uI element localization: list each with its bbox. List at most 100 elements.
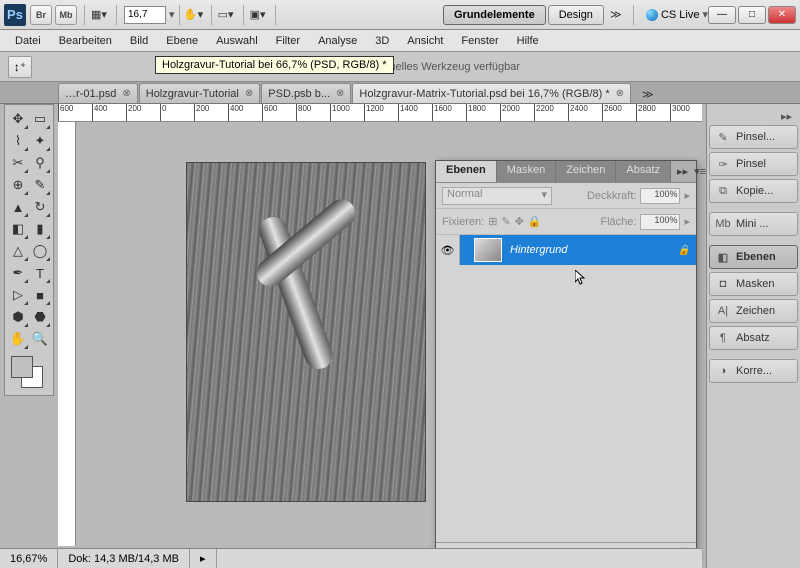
- layers-panel: Ebenen Masken Zeichen Absatz ▸▸▾≡ Normal…: [435, 160, 697, 565]
- blend-mode-select[interactable]: Normal ▾: [442, 187, 552, 205]
- status-bar: 16,67% Dok: 14,3 MB/14,3 MB ▸: [0, 548, 702, 568]
- blur-tool[interactable]: △: [8, 241, 28, 261]
- close-button[interactable]: ✕: [768, 6, 796, 24]
- opacity-input[interactable]: 100%: [640, 188, 680, 204]
- fill-input[interactable]: 100%: [640, 214, 680, 230]
- workspace-design-button[interactable]: Design: [548, 5, 604, 25]
- tab-zeichen[interactable]: Zeichen: [556, 161, 616, 182]
- eyedropper-tool[interactable]: ⚲: [30, 153, 50, 173]
- 3d-camera-tool[interactable]: ⬣: [30, 307, 50, 327]
- pen-tool[interactable]: ✒: [8, 263, 28, 283]
- close-icon[interactable]: ⊗: [122, 88, 130, 99]
- status-doc-size[interactable]: Dok: 14,3 MB/14,3 MB: [58, 549, 190, 568]
- menu-hilfe[interactable]: Hilfe: [508, 32, 548, 50]
- dock-absatz-button[interactable]: ¶Absatz: [709, 326, 798, 350]
- marquee-tool[interactable]: ▭: [30, 109, 50, 129]
- workspace-more-icon[interactable]: ≫: [606, 6, 626, 24]
- doc-tab-4[interactable]: Holzgravur-Matrix-Tutorial.psd bei 16,7%…: [352, 83, 631, 103]
- doctab-overflow-icon[interactable]: ≫: [636, 86, 660, 103]
- crop-tool[interactable]: ✂: [8, 153, 28, 173]
- dodge-tool[interactable]: ◯: [30, 241, 50, 261]
- tab-masken[interactable]: Masken: [497, 161, 557, 182]
- lock-move-icon[interactable]: ✥: [515, 215, 524, 228]
- layer-name: Hintergrund: [510, 244, 567, 256]
- hand-tool[interactable]: ✋: [8, 329, 28, 349]
- dock-masken-button[interactable]: ◘Masken: [709, 272, 798, 296]
- minibridge-button[interactable]: Mb: [55, 5, 77, 25]
- eraser-tool[interactable]: ◧: [8, 219, 28, 239]
- tool-preset-icon[interactable]: ↕⁺: [8, 56, 32, 78]
- menu-datei[interactable]: Datei: [6, 32, 50, 50]
- dock-zeichen-button[interactable]: A|Zeichen: [709, 299, 798, 323]
- path-tool[interactable]: ▷: [8, 285, 28, 305]
- panel-overflow-icon[interactable]: ▸▸: [677, 165, 688, 178]
- zoom-input[interactable]: [124, 6, 166, 24]
- document-tabs: …r-01.psd⊗ Holzgravur-Tutorial⊗ PSD.psb …: [0, 82, 800, 104]
- fill-label: Fläche:: [600, 216, 636, 228]
- dock-overflow-icon[interactable]: ▸▸: [709, 108, 798, 125]
- options-bar: ↕⁺ Holzgravur-Tutorial bei 66,7% (PSD, R…: [0, 52, 800, 82]
- 3d-tool[interactable]: ⬢: [8, 307, 28, 327]
- heal-tool[interactable]: ⊕: [8, 175, 28, 195]
- zoom-tool[interactable]: 🔍: [30, 329, 50, 349]
- clone-icon: ⧉: [716, 184, 730, 198]
- screen-mode-icon[interactable]: ▣▾: [248, 6, 268, 24]
- arrange-icon[interactable]: ▭▾: [216, 6, 236, 24]
- hand-icon[interactable]: ✋▾: [184, 6, 204, 24]
- status-flyout-icon[interactable]: ▸: [190, 549, 217, 568]
- status-zoom[interactable]: 16,67%: [0, 549, 58, 568]
- panel-menu-icon[interactable]: ▾≡: [694, 165, 706, 178]
- bridge-button[interactable]: Br: [30, 5, 52, 25]
- shape-tool[interactable]: ■: [30, 285, 50, 305]
- lock-brush-icon[interactable]: ✎: [501, 215, 510, 228]
- cs-live-icon: [646, 9, 658, 21]
- menu-bild[interactable]: Bild: [121, 32, 157, 50]
- fill-flyout-icon[interactable]: ▸: [684, 215, 690, 228]
- paragraph-icon: ¶: [716, 331, 730, 345]
- layout-icon[interactable]: ▦▾: [89, 6, 109, 24]
- dock-pinsel-preset-button[interactable]: ✎Pinsel...: [709, 125, 798, 149]
- menu-filter[interactable]: Filter: [267, 32, 309, 50]
- maximize-button[interactable]: □: [738, 6, 766, 24]
- menu-ebene[interactable]: Ebene: [157, 32, 207, 50]
- dock-mini-button[interactable]: MbMini ...: [709, 212, 798, 236]
- close-icon[interactable]: ⊗: [336, 88, 344, 99]
- dock-kopie-button[interactable]: ⧉Kopie...: [709, 179, 798, 203]
- dock-pinsel-button[interactable]: ✑Pinsel: [709, 152, 798, 176]
- menu-analyse[interactable]: Analyse: [309, 32, 366, 50]
- doc-tab-2[interactable]: Holzgravur-Tutorial⊗: [139, 83, 261, 103]
- brush-tool[interactable]: ✎: [30, 175, 50, 195]
- dock-ebenen-button[interactable]: ◧Ebenen: [709, 245, 798, 269]
- menu-fenster[interactable]: Fenster: [452, 32, 507, 50]
- lock-all-icon[interactable]: 🔒: [528, 215, 542, 228]
- gradient-tool[interactable]: ▮: [30, 219, 50, 239]
- dock-korre-button[interactable]: ◑Korre...: [709, 359, 798, 383]
- menu-bearbeiten[interactable]: Bearbeiten: [50, 32, 121, 50]
- foreground-color-swatch[interactable]: [11, 356, 33, 378]
- wand-tool[interactable]: ✦: [30, 131, 50, 151]
- minimize-button[interactable]: ―: [708, 6, 736, 24]
- stamp-tool[interactable]: ▲: [8, 197, 28, 217]
- menu-3d[interactable]: 3D: [366, 32, 398, 50]
- color-swatches[interactable]: [7, 354, 51, 392]
- menu-auswahl[interactable]: Auswahl: [207, 32, 267, 50]
- tab-ebenen[interactable]: Ebenen: [436, 161, 497, 182]
- close-icon[interactable]: ⊗: [616, 88, 624, 99]
- opacity-flyout-icon[interactable]: ▸: [684, 189, 690, 202]
- tab-absatz[interactable]: Absatz: [616, 161, 671, 182]
- move-tool[interactable]: ✥: [8, 109, 28, 129]
- type-tool[interactable]: T: [30, 263, 50, 283]
- zoom-dropdown-icon[interactable]: ▾: [169, 8, 175, 21]
- lasso-tool[interactable]: ⌇: [8, 131, 28, 151]
- cs-live-button[interactable]: CS Live ▾: [646, 8, 708, 21]
- layer-item[interactable]: 👁 Hintergrund 🔒: [436, 235, 696, 265]
- visibility-icon[interactable]: 👁: [441, 244, 455, 257]
- close-icon[interactable]: ⊗: [245, 88, 253, 99]
- history-brush-tool[interactable]: ↻: [30, 197, 50, 217]
- doc-tab-3[interactable]: PSD.psb b...⊗: [261, 83, 351, 103]
- workspace-grundelemente-button[interactable]: Grundelemente: [443, 5, 546, 25]
- layer-thumbnail[interactable]: [474, 238, 502, 262]
- menu-ansicht[interactable]: Ansicht: [398, 32, 452, 50]
- doc-tab-1[interactable]: …r-01.psd⊗: [58, 83, 138, 103]
- lock-transparency-icon[interactable]: ⊞: [488, 215, 497, 228]
